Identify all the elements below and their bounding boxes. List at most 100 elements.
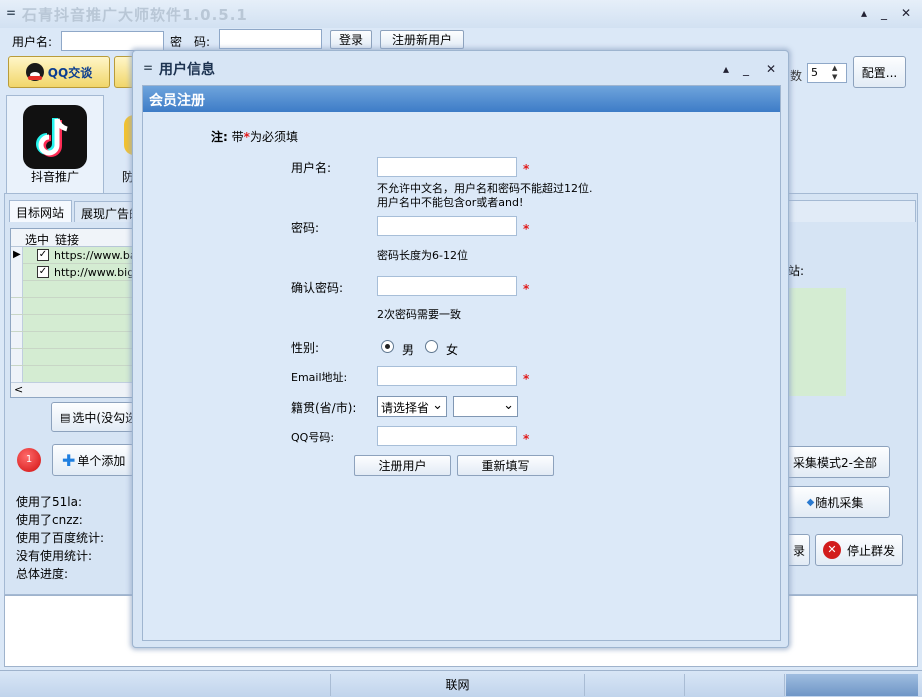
dialog-system-menu-icon[interactable]: =: [143, 61, 153, 75]
dialog-close-icon[interactable]: ✕: [763, 62, 779, 78]
site-label: 站:: [788, 264, 805, 278]
status-network: 联网: [331, 674, 585, 696]
tab-targets[interactable]: 目标网站: [9, 200, 72, 222]
random-collect-button[interactable]: ◆ 随机采集: [780, 486, 890, 518]
qq-chat-label: QQ交谈: [47, 65, 93, 80]
system-menu-icon[interactable]: =: [6, 6, 16, 20]
col-selected-header[interactable]: 选中: [25, 231, 49, 248]
row-link: https://www.bai: [54, 249, 133, 262]
province-chevron-down-icon: ⌄: [432, 398, 443, 413]
stat-cnzz: 使用了cnzz:: [16, 513, 83, 527]
minimize-icon[interactable]: _: [876, 6, 892, 22]
site-grid[interactable]: [788, 288, 846, 396]
nav-douyin[interactable]: 抖音推广: [6, 95, 104, 193]
note-suffix: 为必须填: [249, 130, 298, 144]
qq-penguin-icon: [25, 63, 44, 81]
reg-origin-label: 籍贯(省/市):: [291, 401, 357, 415]
stop-broadcast-label: 停止群发: [846, 543, 895, 558]
col-link-header[interactable]: 链接: [55, 231, 79, 248]
single-add-button[interactable]: ✚ 单个添加: [52, 444, 134, 476]
username-input[interactable]: [61, 31, 164, 51]
status-network-label: 联网: [445, 678, 470, 692]
password-label: 密 码:: [170, 35, 211, 49]
random-icon: ◆: [806, 496, 815, 508]
spin-up-icon[interactable]: ▲: [832, 64, 837, 73]
reg-password-label: 密码:: [291, 221, 320, 235]
current-row-pointer-icon: ▶: [13, 249, 21, 260]
row-checkbox[interactable]: ✓: [37, 249, 49, 261]
register-user-button[interactable]: 注册用户: [354, 455, 451, 476]
spin-label: 数: [790, 69, 803, 83]
status-seg-3: [585, 674, 685, 696]
reg-qq-input[interactable]: [377, 426, 517, 446]
stop-icon: ✕: [822, 541, 841, 559]
status-progress-bar: [786, 674, 918, 696]
stat-progress: 总体进度:: [16, 567, 69, 581]
notification-badge: 1: [17, 448, 41, 472]
reset-form-button[interactable]: 重新填写: [457, 455, 554, 476]
city-chevron-down-icon: ⌄: [503, 398, 514, 413]
dialog-maximize-icon[interactable]: ▴: [718, 62, 734, 78]
empty-row: [11, 281, 133, 298]
qq-chat-button[interactable]: QQ交谈: [8, 56, 110, 88]
reg-username-input[interactable]: [377, 157, 517, 177]
login-button[interactable]: 登录: [330, 30, 372, 49]
dialog-minimize-icon[interactable]: _: [738, 62, 754, 78]
count-spinner[interactable]: 5 ▲ ▼: [807, 63, 847, 83]
dialog-body: 会员注册 注: 带*为必须填 用户名: * 不允许中文名，用户名和密码不能超过1…: [142, 85, 781, 641]
gender-male-radio[interactable]: [381, 340, 394, 353]
member-register-title: 会员注册: [149, 93, 205, 109]
empty-row: [11, 332, 133, 349]
empty-row: [11, 315, 133, 332]
target-grid[interactable]: 选中 链接 ▶ ✓ https://www.bai ✓ http://www.b…: [10, 228, 134, 398]
select-icon: ▤: [60, 410, 71, 424]
gender-male-label[interactable]: 男: [402, 341, 414, 358]
status-seg-4: [685, 674, 785, 696]
city-select[interactable]: ⌄: [453, 396, 518, 417]
reg-username-hint: 不允许中文名，用户名和密码不能超过12位. 用户名中不能包含or或者and!: [377, 182, 593, 210]
collect-mode-button[interactable]: 采集模式2-全部: [780, 446, 890, 478]
reg-confirm-hint: 2次密码需要一致: [377, 308, 461, 321]
row-checkbox[interactable]: ✓: [37, 266, 49, 278]
horizontal-scrollbar[interactable]: <: [11, 382, 133, 397]
config-button[interactable]: 配置...: [853, 56, 906, 88]
maximize-icon[interactable]: ▴: [856, 6, 872, 22]
douyin-logo-icon: [23, 105, 87, 169]
reg-gender-label: 性别:: [291, 341, 320, 355]
stat-baidu: 使用了百度统计:: [16, 531, 105, 545]
province-select[interactable]: 请选择省 ⌄: [377, 396, 447, 417]
reg-email-input[interactable]: [377, 366, 517, 386]
empty-row: [11, 298, 133, 315]
note-body: 带: [231, 130, 244, 144]
province-select-value: 请选择省: [381, 401, 430, 415]
stop-broadcast-button[interactable]: ✕ 停止群发: [815, 534, 903, 566]
random-collect-label: 随机采集: [815, 495, 864, 510]
reg-username-label: 用户名:: [291, 161, 332, 175]
register-new-user-button[interactable]: 注册新用户: [380, 30, 464, 49]
reg-password-required: *: [523, 222, 530, 236]
plus-icon: ✚: [62, 450, 76, 470]
password-input[interactable]: [219, 29, 322, 49]
single-add-label: 单个添加: [77, 453, 126, 468]
reg-confirm-input[interactable]: [377, 276, 517, 296]
toolbar-button-2[interactable]: [114, 56, 134, 88]
stat-none: 没有使用统计:: [16, 549, 93, 563]
table-row[interactable]: ✓ http://www.bigw: [23, 264, 133, 281]
reg-email-required: *: [523, 372, 530, 386]
gender-female-label[interactable]: 女: [446, 341, 458, 358]
gender-female-radio[interactable]: [425, 340, 438, 353]
stat-51la: 使用了51la:: [16, 495, 83, 509]
tab-ads[interactable]: 展现广告的: [74, 201, 136, 222]
spin-down-icon[interactable]: ▼: [832, 73, 837, 82]
status-seg-1: [0, 674, 331, 696]
app-title: 石青抖音推广大师软件1.0.5.1: [22, 6, 248, 24]
reg-password-input[interactable]: [377, 216, 517, 236]
username-hint-line1: 不允许中文名，用户名和密码不能超过12位.: [377, 182, 593, 195]
table-row[interactable]: ✓ https://www.bai: [23, 247, 133, 264]
select-unchecked-button[interactable]: ▤ 选中(没勾选: [51, 402, 137, 432]
reg-confirm-label: 确认密码:: [291, 281, 344, 295]
empty-row: [11, 349, 133, 366]
scroll-left-icon[interactable]: <: [14, 383, 23, 396]
required-note: 注: 带*为必须填: [211, 128, 298, 145]
close-icon[interactable]: ✕: [898, 6, 914, 22]
